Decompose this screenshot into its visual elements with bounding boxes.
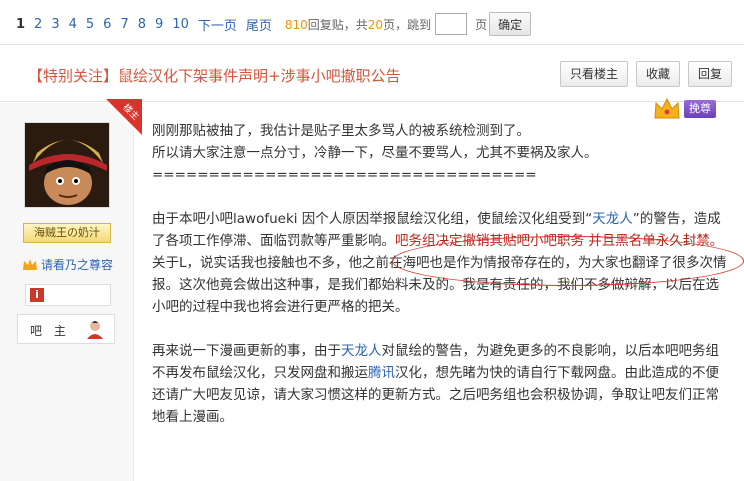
paragraph: 再来说一下漫画更新的事，由于天龙人对鼠绘的警告，为避免更多的不良影响，以后本吧吧… [152,340,732,428]
page-8[interactable]: 8 [138,17,146,32]
page-6[interactable]: 6 [103,17,111,32]
username-tag[interactable]: 海贼王の奶汁 [23,223,111,243]
thread-actions: 只看楼主 收藏 回复 [559,61,732,87]
page-3[interactable]: 3 [51,17,59,32]
page-4[interactable]: 4 [69,17,77,32]
page-9[interactable]: 9 [155,17,163,32]
paragraph: 所以请大家注意一点分寸，冷静一下，尽量不要骂人，尤其不要祸及家人。 [152,145,598,161]
author-column: 楼主 海贼王の奶汁 请看乃之尊容 i 吧 主 [0,99,142,481]
level-icon: i [30,288,44,302]
divider: ================================== [152,167,537,183]
paragraph: 关于L，说实话我也接触也不多，他之前在海吧也是作为情报帝存在的，为大家也翻译了很… [152,255,727,315]
page-2[interactable]: 2 [34,17,42,32]
thread-title: 【特别关注】鼠绘汉化下架事件声明+涉事小吧撤职公告 [28,65,401,86]
paragraph: 由于本吧小吧lawofueki 因个人原因举报鼠绘汉化组，使鼠绘汉化组受到“天龙… [152,208,732,252]
crown-icon [654,97,680,119]
vip-label: 挽尊 [684,100,716,118]
member-info[interactable]: 请看乃之尊容 [22,256,113,273]
text: 再来说一下漫画更新的事，由于 [152,343,341,359]
pagination: 1 2 3 4 5 6 7 8 9 10 下一页 尾页 810回复贴，共20页，… [16,12,532,36]
text: 由于本吧小吧lawofueki 因个人原因举报鼠绘汉化组，使鼠绘汉化组受到“ [152,211,593,227]
page-7[interactable]: 7 [120,17,128,32]
reply-info: 810回复贴，共20页，跳到 [285,16,431,33]
member-text: 请看乃之尊容 [41,258,114,272]
highlighted-text: 吧务组决定撤销其贴吧小吧职务 并且黑名单永久封禁。 [395,233,724,249]
role-label: 吧 主 [30,324,70,338]
reply-button[interactable]: 回复 [687,61,732,87]
last-page-link[interactable]: 尾页 [246,15,272,34]
jump-unit: 页 [475,17,488,32]
page-1[interactable]: 1 [16,17,25,32]
reply-count: 810 [284,17,308,32]
thread-title-bar: 【特别关注】鼠绘汉化下架事件声明+涉事小吧撤职公告 只看楼主 收藏 回复 [0,44,744,102]
page-count: 20 [367,17,384,32]
collect-button[interactable]: 收藏 [635,61,680,87]
crown-icon [23,258,37,270]
thread-title-text: 鼠绘汉化下架事件声明+涉事小吧撤职公告 [118,67,401,85]
reply-suffix: 回复贴，共 [307,17,368,32]
only-host-button[interactable]: 只看楼主 [559,61,628,87]
pager: 1 2 3 4 5 6 7 8 9 10 下一页 尾页 810回复贴，共20页，… [0,0,744,44]
paragraph: 刚刚那贴被抽了，我估计是贴子里太多骂人的被系统检测到了。 [152,123,530,139]
user-icon [87,321,103,339]
confirm-jump-button[interactable]: 确定 [489,12,532,36]
tencent-link[interactable]: 腾讯 [368,365,395,381]
post-content: 刚刚那贴被抽了，我估计是贴子里太多骂人的被系统检测到了。 所以请大家注意一点分寸… [152,120,732,428]
tianlongren-link[interactable]: 天龙人 [341,343,382,359]
thread-tag: 【特别关注】 [28,67,119,85]
level-box[interactable]: i [25,284,111,306]
tianlongren-link[interactable]: 天龙人 [592,211,633,227]
page-suffix: 页，跳到 [383,17,432,32]
next-page-link[interactable]: 下一页 [198,15,237,34]
vip-badge[interactable]: 挽尊 [652,96,716,122]
role-box: 吧 主 [17,314,115,344]
jump-page-input[interactable] [435,13,468,35]
host-corner-badge: 楼主 [106,99,142,135]
page-5[interactable]: 5 [86,17,94,32]
page-10[interactable]: 10 [172,17,189,32]
